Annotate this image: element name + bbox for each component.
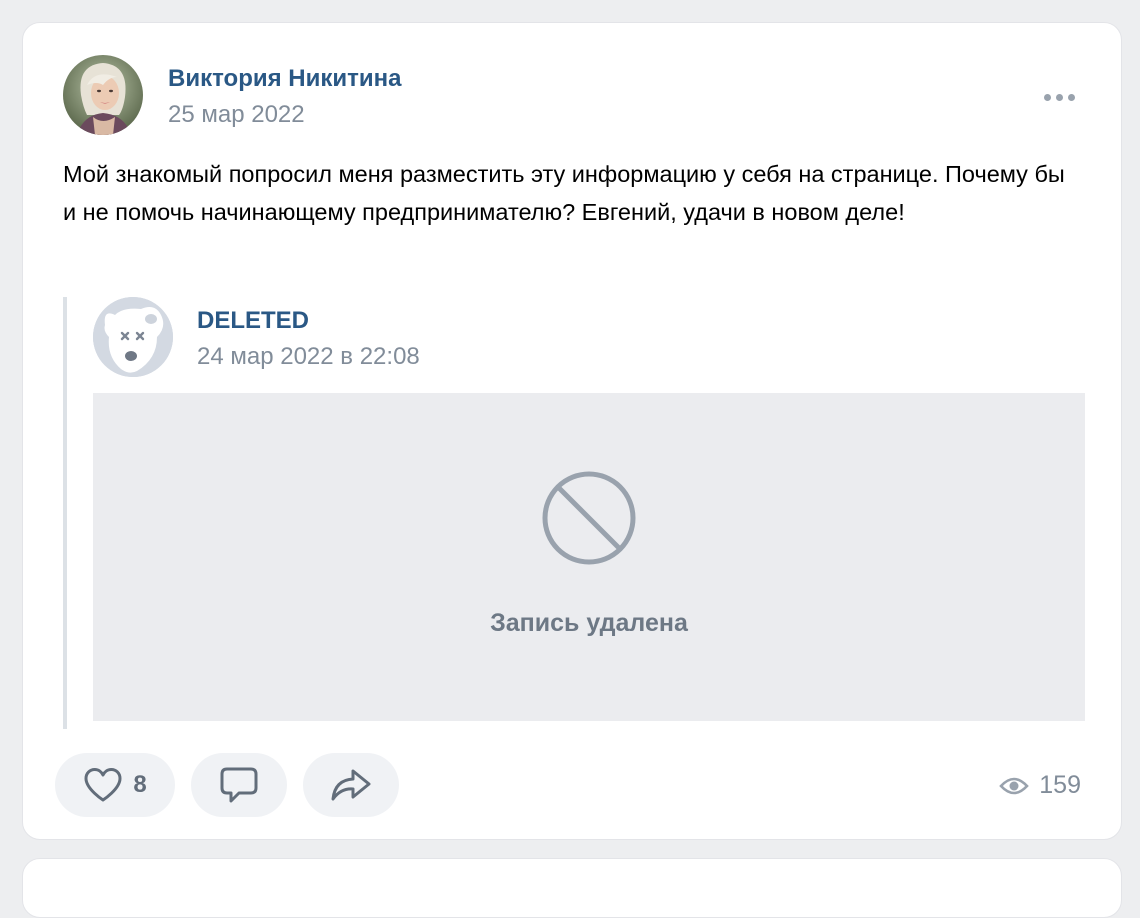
like-button[interactable]: 8 — [55, 753, 175, 817]
user-photo-avatar-icon — [63, 55, 143, 135]
deleted-post-message: Запись удалена — [490, 609, 688, 637]
more-dot-icon — [1055, 93, 1063, 101]
deleted-dog-avatar-icon — [93, 297, 173, 377]
views-counter: 159 — [999, 771, 1081, 800]
comment-button[interactable] — [191, 753, 287, 817]
post-card: Виктория Никитина 25 мар 2022 Мой знаком… — [22, 22, 1122, 840]
heart-icon — [84, 768, 122, 802]
blocked-circle-icon — [542, 471, 636, 565]
share-arrow-icon — [331, 769, 371, 801]
post-date[interactable]: 25 мар 2022 — [168, 101, 305, 129]
more-dot-icon — [1067, 93, 1075, 101]
deleted-post-placeholder: Запись удалена — [93, 393, 1085, 721]
more-options-button[interactable] — [1033, 83, 1085, 111]
post-text: Мой знакомый попросил меня разместить эт… — [63, 161, 1065, 225]
more-dot-icon — [1043, 93, 1051, 101]
author-avatar[interactable] — [63, 55, 143, 135]
views-count: 159 — [1039, 771, 1081, 799]
share-button[interactable] — [303, 753, 399, 817]
deleted-author-name[interactable]: DELETED — [197, 307, 309, 335]
deleted-user-avatar[interactable] — [93, 297, 173, 377]
repost-date[interactable]: 24 мар 2022 в 22:08 — [197, 343, 420, 371]
eye-icon — [999, 777, 1030, 794]
comment-icon — [220, 767, 258, 803]
next-post-card — [22, 858, 1122, 918]
author-name-link[interactable]: Виктория Никитина — [168, 65, 401, 93]
reposted-post: DELETED 24 мар 2022 в 22:08 Запись удале… — [63, 297, 1085, 729]
like-count: 8 — [133, 771, 147, 798]
